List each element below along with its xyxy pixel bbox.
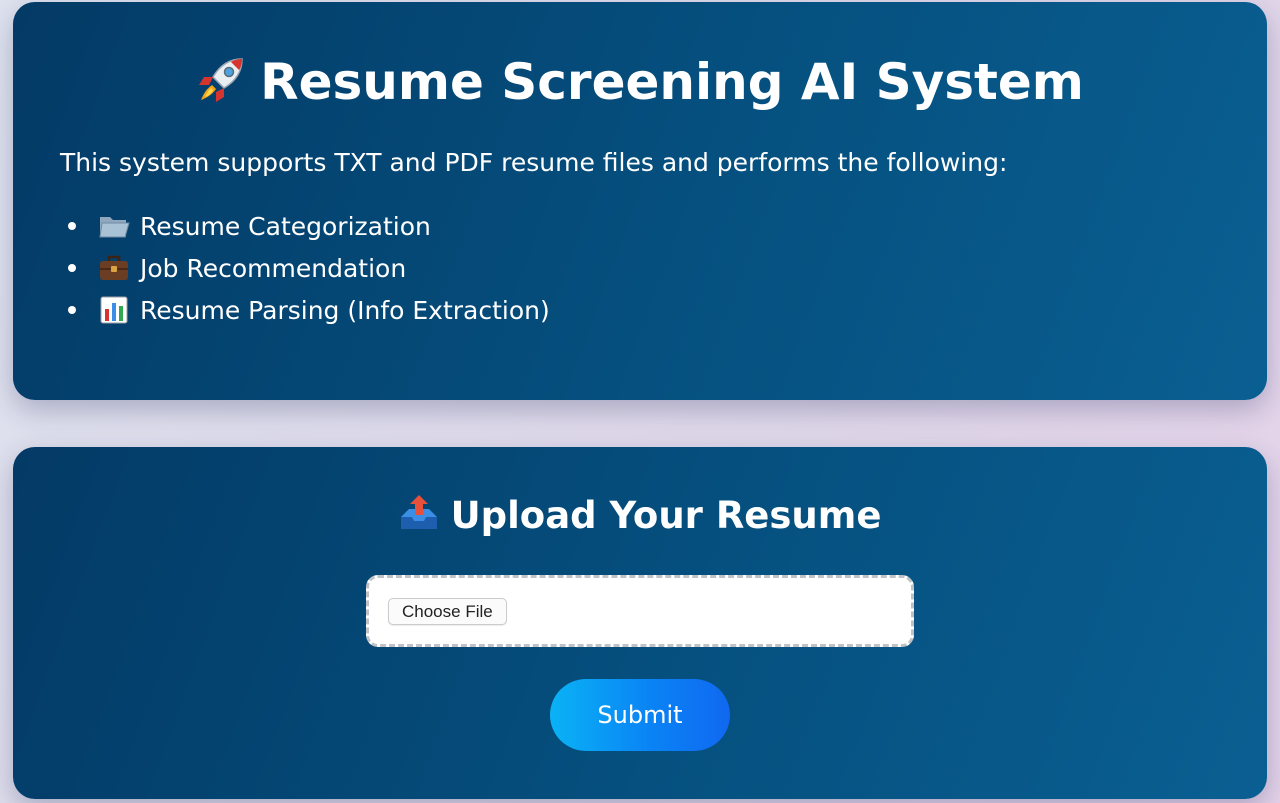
file-upload-dropzone[interactable]: Choose File (366, 575, 914, 647)
submit-button[interactable]: Submit (550, 679, 730, 751)
feature-list: Resume Categorization Job Recommendation… (68, 205, 550, 331)
page-title: Resume Screening AI System (13, 48, 1267, 116)
folder-icon (99, 217, 130, 238)
list-item: Job Recommendation (68, 247, 550, 289)
upload-title: Upload Your Resume (13, 490, 1267, 542)
system-description: This system supports TXT and PDF resume … (60, 148, 1008, 177)
bullet (68, 306, 76, 314)
bullet (68, 264, 76, 272)
upload-card: Upload Your Resume Choose File Submit (13, 447, 1267, 799)
bar-chart-icon (100, 296, 128, 324)
feature-label: Resume Categorization (140, 211, 431, 241)
list-item: Resume Categorization (68, 205, 550, 247)
feature-label: Resume Parsing (Info Extraction) (140, 295, 550, 325)
feature-label: Job Recommendation (140, 253, 407, 283)
bullet (68, 222, 76, 230)
upload-title-text: Upload Your Resume (450, 494, 882, 537)
outbox-tray-icon (400, 495, 437, 529)
choose-file-button[interactable]: Choose File (388, 598, 507, 625)
list-item: Resume Parsing (Info Extraction) (68, 289, 550, 331)
page-title-text: Resume Screening AI System (260, 53, 1084, 111)
rocket-icon (199, 58, 243, 102)
briefcase-icon (100, 255, 128, 280)
intro-card: Resume Screening AI System This system s… (13, 2, 1267, 400)
